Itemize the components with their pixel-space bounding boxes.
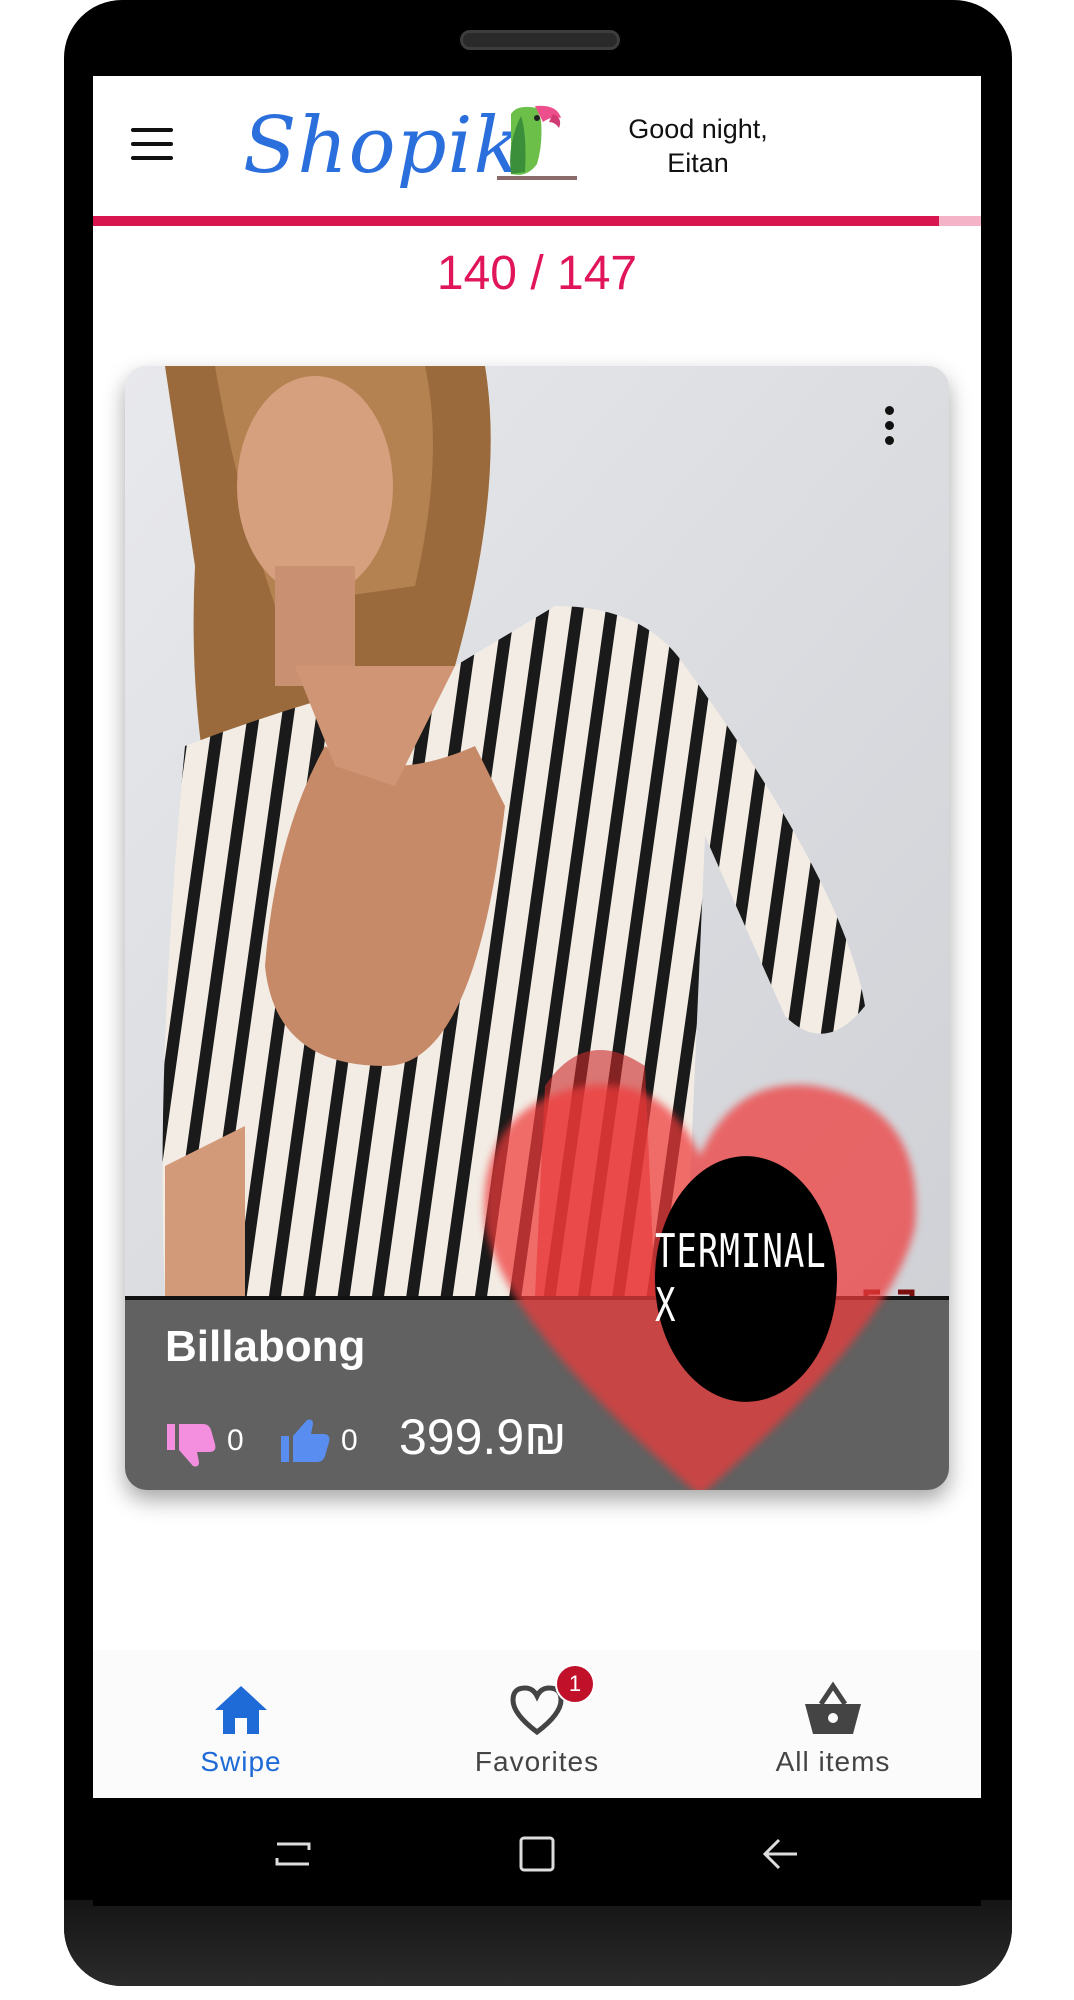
progress-fill	[93, 216, 939, 226]
home-button-icon[interactable]	[515, 1832, 559, 1876]
dislike-count: 0	[227, 1424, 244, 1457]
app-logo: Shopik	[243, 101, 522, 191]
thumbs-down-icon[interactable]	[165, 1420, 217, 1468]
app-bar: Shopik Good night, Eitan	[93, 76, 981, 216]
greeting-line: Good night, Eitan	[628, 114, 768, 178]
parrot-logo-icon	[497, 105, 577, 180]
phone-speaker	[460, 30, 620, 50]
more-options-icon[interactable]	[881, 404, 897, 448]
back-icon[interactable]	[759, 1832, 803, 1876]
like-count: 0	[341, 1424, 358, 1457]
price: 399.9₪	[399, 1409, 567, 1465]
brand-name: Billabong	[165, 1322, 366, 1371]
product-card[interactable]: Billabong 0 0 399.9₪ TERMINAL X	[125, 366, 949, 1490]
nav-label-favorites: Favorites	[474, 1746, 600, 1777]
greeting-text: Good night, Eitan	[613, 112, 783, 180]
nav-label-all-items: All items	[775, 1746, 891, 1777]
nav-label-swipe: Swipe	[200, 1746, 282, 1777]
store-logo-badge[interactable]: TERMINAL X	[655, 1156, 837, 1402]
nav-all-items[interactable]: All items	[685, 1650, 981, 1798]
nav-favorites[interactable]: Favorites	[389, 1650, 685, 1798]
store-name: TERMINAL X	[655, 1225, 827, 1333]
thumbs-up-icon[interactable]	[279, 1418, 331, 1466]
system-navigation-bar	[93, 1798, 981, 1906]
phone-bottom-edge	[64, 1900, 1012, 1986]
nav-swipe[interactable]: Swipe	[93, 1650, 389, 1798]
app-screen: Shopik Good night, Eitan 140 / 147 Billa…	[93, 76, 981, 1798]
progress-counter: 140 / 147	[436, 247, 638, 300]
recent-apps-icon[interactable]	[271, 1832, 315, 1876]
favorites-count-badge: 1	[555, 1664, 595, 1704]
home-icon	[215, 1686, 267, 1734]
product-photo[interactable]	[125, 366, 949, 1296]
bottom-navigation: Swipe Favorites 1 All items	[93, 1650, 981, 1798]
basket-icon	[805, 1681, 861, 1734]
menu-icon[interactable]	[131, 128, 173, 160]
